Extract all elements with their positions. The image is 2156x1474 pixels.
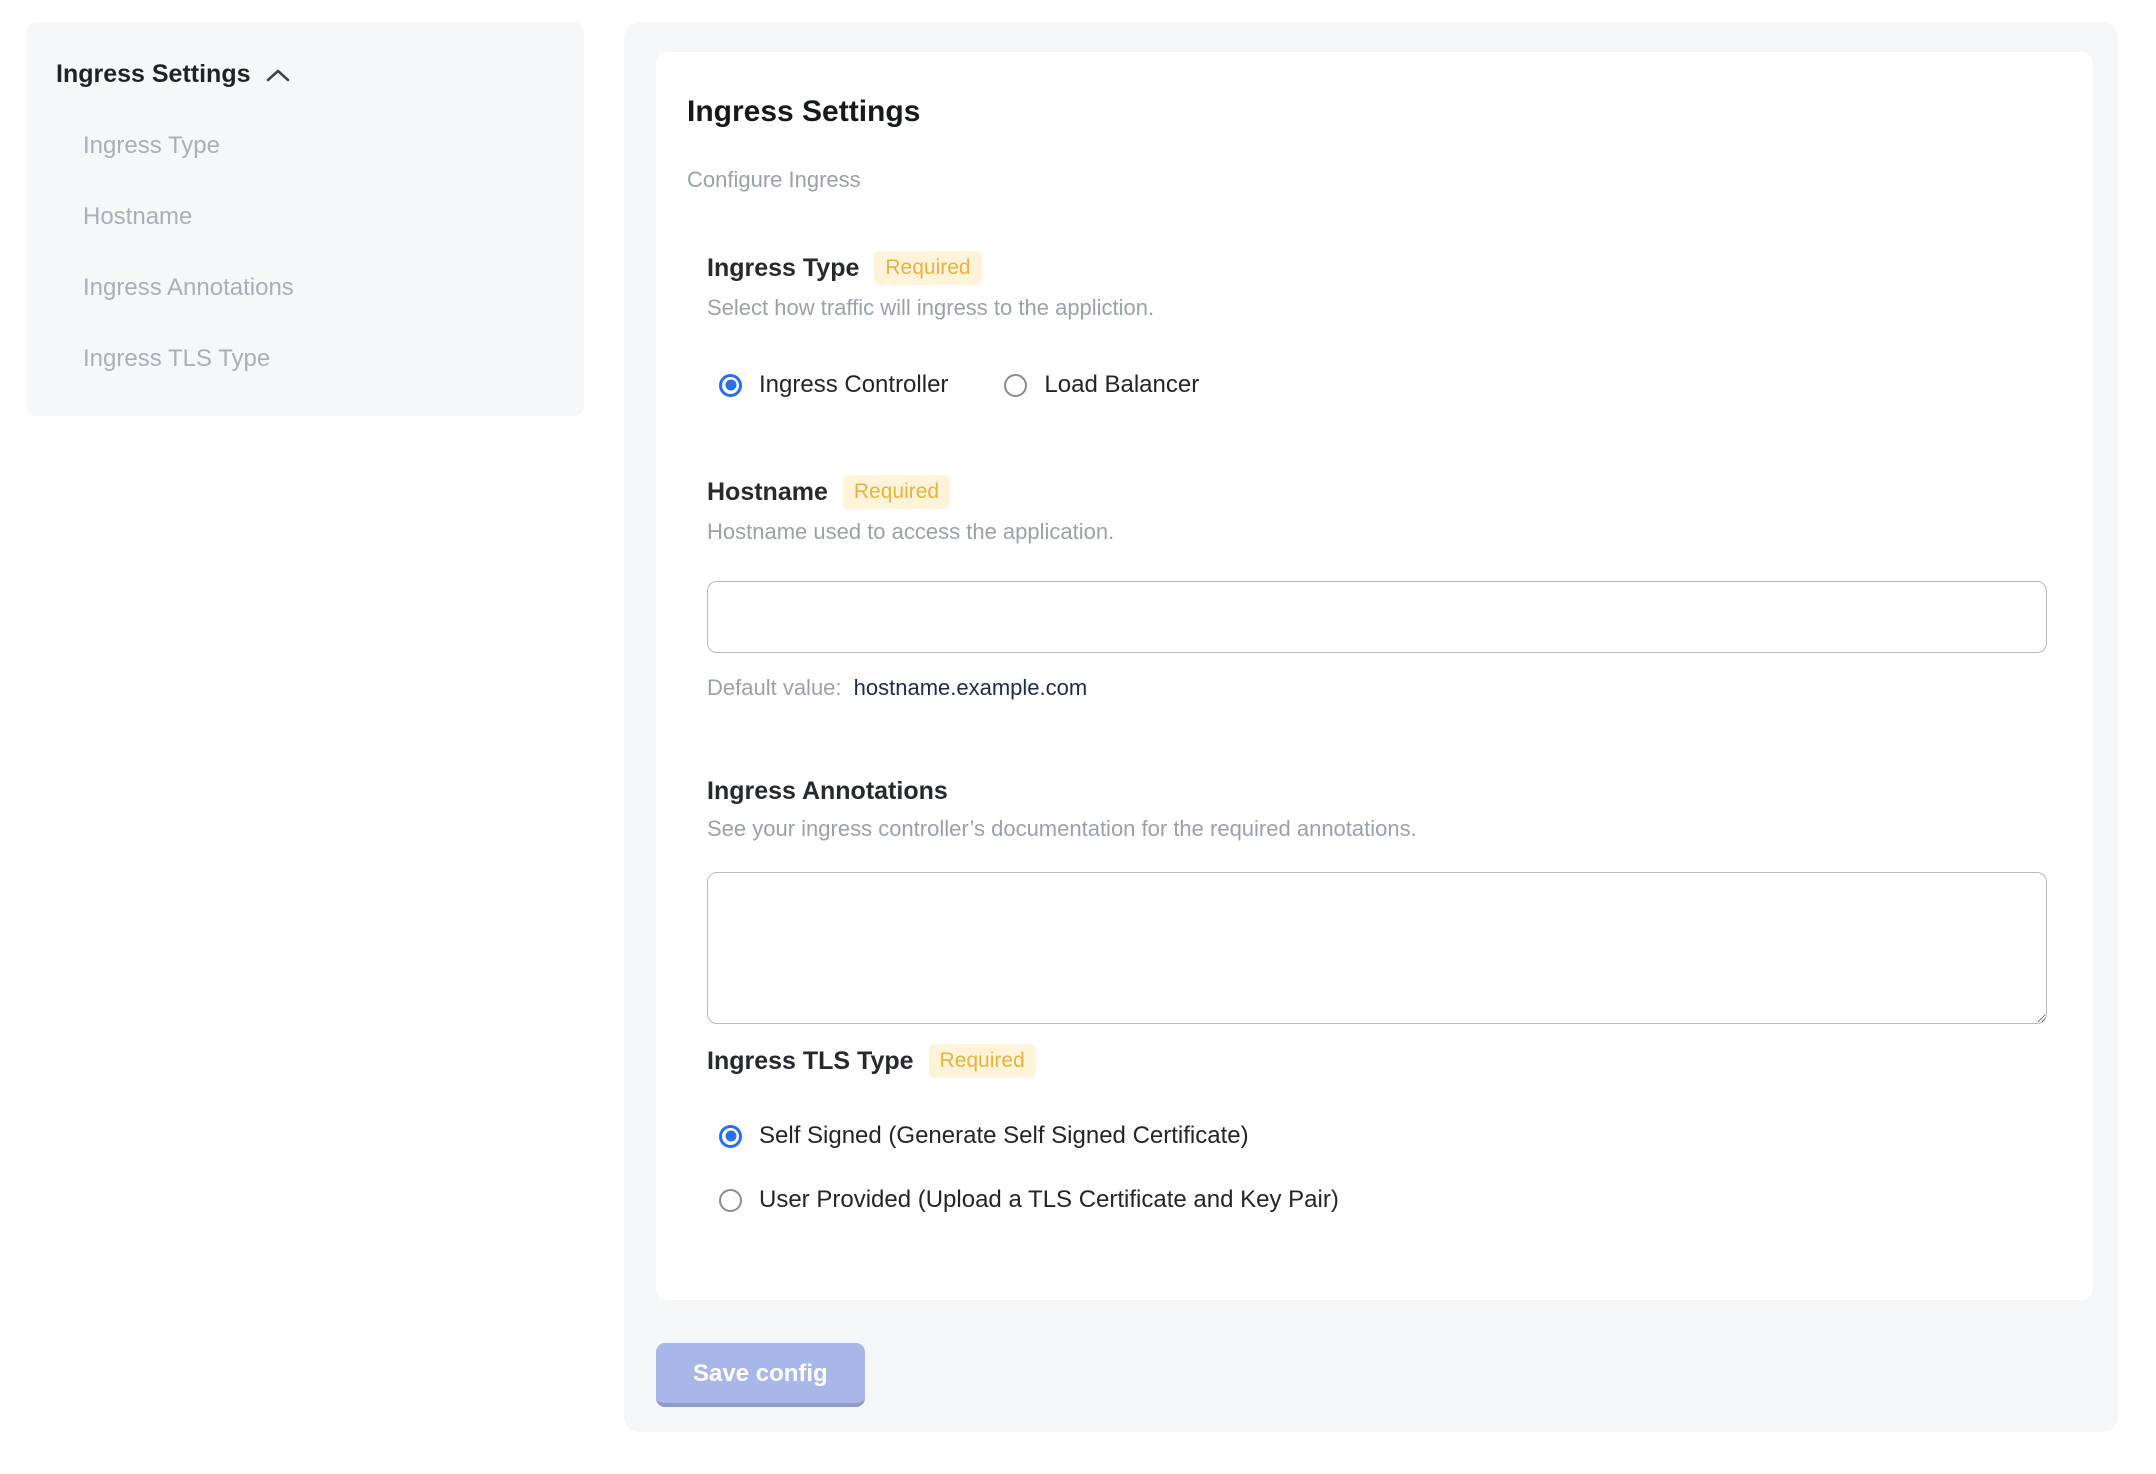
- ingress-tls-type-title: Ingress TLS Type: [707, 1046, 914, 1075]
- radio-label: User Provided (Upload a TLS Certificate …: [759, 1186, 1339, 1213]
- radio-icon[interactable]: [719, 1124, 742, 1148]
- radio-icon[interactable]: [719, 1188, 742, 1212]
- radio-option-ingress-controller[interactable]: Ingress Controller: [719, 371, 948, 399]
- default-value-text: hostname.example.com: [853, 675, 1088, 700]
- radio-option-user-provided[interactable]: User Provided (Upload a TLS Certificate …: [719, 1186, 2046, 1214]
- sidebar-item-hostname[interactable]: Hostname: [83, 203, 554, 231]
- radio-icon[interactable]: [719, 373, 742, 397]
- ingress-tls-radio-group: Self Signed (Generate Self Signed Certif…: [707, 1122, 2046, 1214]
- radio-label: Ingress Controller: [759, 371, 949, 398]
- page-subtitle: Configure Ingress: [687, 167, 861, 192]
- ingress-type-radio-group: Ingress Controller Load Balancer: [707, 371, 2046, 399]
- hostname-title: Hostname: [707, 477, 828, 506]
- section-ingress-type: Ingress Type Required Select how traffic…: [707, 251, 2046, 399]
- radio-label: Self Signed (Generate Self Signed Certif…: [759, 1122, 1249, 1149]
- ingress-annotations-textarea[interactable]: [707, 872, 2047, 1024]
- section-ingress-tls-type: Ingress TLS Type Required Self Signed (G…: [707, 1044, 2046, 1214]
- required-badge: Required: [842, 475, 951, 509]
- required-badge: Required: [874, 251, 982, 285]
- ingress-annotations-description: See your ingress controller’s documentat…: [707, 816, 1417, 841]
- ingress-annotations-title: Ingress Annotations: [707, 777, 948, 805]
- sidebar-section-ingress-settings[interactable]: Ingress Settings: [56, 60, 554, 89]
- section-hostname: Hostname Required Hostname used to acces…: [707, 475, 2047, 701]
- section-ingress-annotations: Ingress Annotations See your ingress con…: [707, 777, 2047, 1024]
- page-title: Ingress Settings: [687, 95, 921, 128]
- sidebar-item-ingress-type[interactable]: Ingress Type: [83, 132, 554, 160]
- ingress-settings-panel: Ingress Settings Configure Ingress Ingre…: [624, 22, 2118, 1432]
- sidebar-item-ingress-annotations[interactable]: Ingress Annotations: [83, 274, 554, 302]
- radio-label: Load Balancer: [1044, 371, 1200, 398]
- required-badge: Required: [928, 1044, 1036, 1078]
- hostname-input[interactable]: [707, 581, 2047, 653]
- save-config-button[interactable]: Save config: [656, 1343, 865, 1407]
- hostname-description: Hostname used to access the application.: [707, 519, 1115, 544]
- radio-icon[interactable]: [1004, 373, 1028, 397]
- sidebar-header-label: Ingress Settings: [56, 60, 251, 88]
- chevron-up-icon[interactable]: [265, 67, 291, 83]
- radio-option-load-balancer[interactable]: Load Balancer: [1004, 371, 1199, 399]
- radio-option-self-signed[interactable]: Self Signed (Generate Self Signed Certif…: [719, 1122, 2046, 1150]
- ingress-type-description: Select how traffic will ingress to the a…: [707, 295, 1155, 320]
- ingress-settings-card: Ingress Settings Configure Ingress Ingre…: [656, 52, 2093, 1300]
- sidebar-item-ingress-tls-type[interactable]: Ingress TLS Type: [83, 345, 554, 373]
- ingress-type-title: Ingress Type: [707, 253, 860, 282]
- settings-sidebar: Ingress Settings Ingress Type Hostname I…: [26, 22, 584, 416]
- sidebar-item-list: Ingress Type Hostname Ingress Annotation…: [56, 132, 554, 373]
- hostname-default-line: Default value: hostname.example.com: [707, 675, 2046, 701]
- default-value-prefix: Default value:: [707, 675, 842, 700]
